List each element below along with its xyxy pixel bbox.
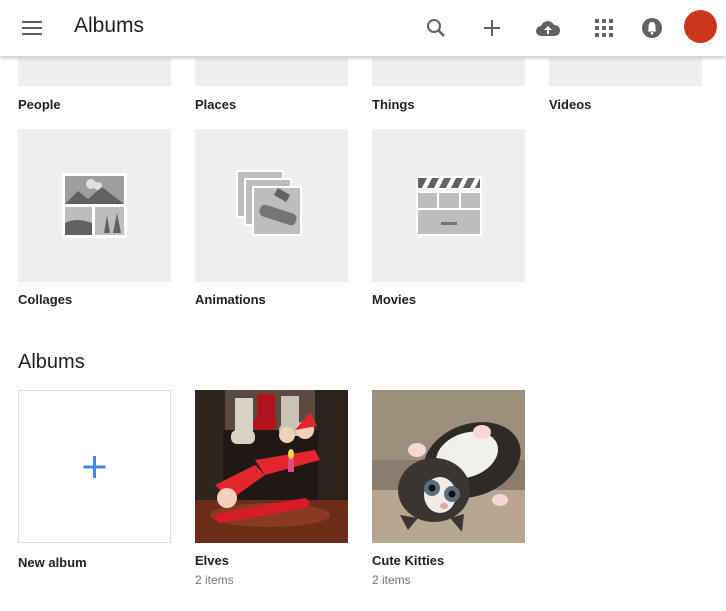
movies-tile[interactable] [372, 129, 525, 282]
animations-tile[interactable] [195, 129, 348, 282]
new-album-label[interactable]: New album [18, 555, 87, 570]
album-title-cute-kitties[interactable]: Cute Kitties [372, 553, 444, 568]
plus-icon[interactable] [472, 8, 512, 48]
elves-photo [195, 390, 348, 543]
places-tile[interactable] [195, 58, 348, 86]
page-title: Albums [74, 14, 145, 37]
album-title-elves[interactable]: Elves [195, 553, 229, 568]
things-tile[interactable] [372, 58, 525, 86]
collage-icon [62, 173, 127, 238]
album-count-elves: 2 items [195, 573, 234, 587]
apps-grid-icon[interactable] [584, 8, 624, 48]
albums-section-title: Albums [18, 351, 85, 373]
things-label[interactable]: Things [372, 97, 415, 112]
search-icon[interactable] [416, 8, 456, 48]
notifications-icon[interactable] [632, 8, 672, 48]
collages-tile[interactable] [18, 129, 171, 282]
clapperboard-icon [416, 176, 482, 236]
album-thumbnail-elves[interactable] [195, 390, 348, 543]
menu-icon[interactable] [12, 8, 52, 48]
animation-icon [236, 170, 302, 236]
animations-label[interactable]: Animations [195, 292, 266, 307]
collages-label[interactable]: Collages [18, 292, 72, 307]
add-icon [83, 456, 106, 478]
top-app-bar: Albums [0, 0, 726, 56]
people-tile[interactable] [18, 58, 171, 86]
videos-tile[interactable] [549, 58, 702, 86]
videos-label[interactable]: Videos [549, 97, 591, 112]
new-album-button[interactable] [18, 390, 171, 543]
album-count-cute-kitties: 2 items [372, 573, 411, 587]
avatar[interactable] [684, 10, 717, 43]
cloud-upload-icon[interactable] [528, 8, 568, 48]
album-thumbnail-cute-kitties[interactable] [372, 390, 525, 543]
movies-label[interactable]: Movies [372, 292, 416, 307]
places-label[interactable]: Places [195, 97, 236, 112]
kitten-photo [372, 390, 525, 543]
people-label[interactable]: People [18, 97, 61, 112]
